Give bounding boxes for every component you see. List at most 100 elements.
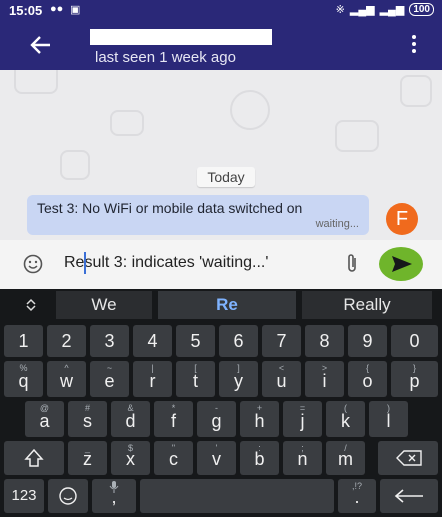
key-e[interactable]: ~ e	[90, 361, 129, 397]
key-label: f	[170, 411, 176, 431]
key-h[interactable]: + h	[240, 401, 279, 437]
key-i[interactable]: > i	[305, 361, 344, 397]
key-label: z	[83, 449, 92, 469]
key-j[interactable]: = j	[283, 401, 322, 437]
avatar[interactable]: F	[386, 203, 418, 235]
message-status: waiting...	[315, 218, 359, 230]
suggestion-2[interactable]: Re	[158, 291, 296, 319]
suggestion-3[interactable]: Really	[302, 291, 432, 319]
key-label: e	[104, 371, 115, 391]
key-label: u	[276, 371, 287, 391]
key-9[interactable]: 9	[348, 325, 387, 357]
key-o[interactable]: {o	[348, 361, 387, 397]
key-m[interactable]: / m	[326, 441, 365, 475]
kebab-menu-icon[interactable]	[411, 35, 417, 57]
chat-area[interactable]: Today Test 3: No WiFi or mobile data swi…	[0, 70, 442, 240]
key-label: p	[409, 371, 420, 391]
key-n[interactable]: ; n	[283, 441, 322, 475]
key-t[interactable]: [t	[176, 361, 215, 397]
key-2[interactable]: 2	[47, 325, 86, 357]
key-f[interactable]: * f	[154, 401, 193, 437]
key-s[interactable]: # s	[68, 401, 107, 437]
key-8[interactable]: 8	[305, 325, 344, 357]
enter-icon	[394, 489, 423, 503]
backspace-key[interactable]	[378, 441, 438, 475]
key-u[interactable]: < u	[262, 361, 301, 397]
key-g[interactable]: -g	[197, 401, 236, 437]
key-b[interactable]: :b	[240, 441, 279, 475]
key-label: x	[126, 449, 135, 469]
back-arrow-icon[interactable]	[30, 34, 52, 56]
key-c[interactable]: " c	[154, 441, 193, 475]
chat-screen: 15:05 ●● ▣ ※ ▂▄▆ ▂▄▆ 100 last seen 1 wee…	[0, 0, 442, 517]
shift-key[interactable]	[4, 441, 64, 475]
key-5[interactable]: 5	[176, 325, 215, 357]
enter-key[interactable]	[380, 479, 438, 513]
key-label: h	[254, 411, 265, 431]
status-right: ※ ▂▄▆ ▂▄▆ 100	[336, 3, 434, 16]
key-label: c	[169, 449, 178, 469]
key-label: t	[192, 371, 198, 391]
gallery-icon: ▣	[70, 4, 81, 16]
key-p[interactable]: } p	[391, 361, 438, 397]
key-label: b	[254, 449, 265, 469]
key-1[interactable]: 1	[4, 325, 43, 357]
paperclip-icon[interactable]	[345, 252, 359, 274]
key-label: g	[211, 411, 222, 431]
key-w[interactable]: ^ w	[47, 361, 86, 397]
signal-icon-2: ▂▄▆	[379, 4, 405, 16]
key-label: k	[341, 411, 350, 431]
key-label: a	[39, 411, 50, 431]
key-label: l	[386, 411, 391, 431]
voicemail-icon: ●●	[50, 3, 64, 15]
wallpaper-doodle	[14, 70, 58, 94]
mode-switch-key[interactable]: 123	[4, 479, 44, 513]
wallpaper-doodle	[110, 110, 144, 136]
key-q[interactable]: % q	[4, 361, 43, 397]
suggestion-1[interactable]: We	[56, 291, 152, 319]
key-3[interactable]: 3	[90, 325, 129, 357]
key-7[interactable]: 7	[262, 325, 301, 357]
key-l[interactable]: ) l	[369, 401, 408, 437]
message-bubble[interactable]: Test 3: No WiFi or mobile data switched …	[27, 195, 369, 235]
app-bar: 15:05 ●● ▣ ※ ▂▄▆ ▂▄▆ 100 last seen 1 wee…	[0, 0, 442, 70]
key-x[interactable]: $ x	[111, 441, 150, 475]
key-d[interactable]: & d	[111, 401, 150, 437]
key-0[interactable]: 0	[391, 325, 438, 357]
contact-name-redacted[interactable]	[90, 29, 272, 45]
period-key[interactable]: ,!? .	[338, 479, 376, 513]
key-label: w	[60, 371, 73, 391]
key-label: q	[18, 371, 29, 391]
comma-key[interactable]: ,	[92, 479, 136, 513]
key-label: ,	[111, 487, 117, 507]
key-label: i	[322, 371, 327, 391]
send-button[interactable]	[379, 247, 423, 281]
key-label: s	[83, 411, 92, 431]
key-4[interactable]: 4	[133, 325, 172, 357]
date-divider: Today	[197, 167, 255, 187]
status-bar: 15:05 ●● ▣ ※ ▂▄▆ ▂▄▆ 100	[0, 0, 442, 22]
space-key[interactable]	[140, 479, 334, 513]
key-k[interactable]: (k	[326, 401, 365, 437]
key-6[interactable]: 6	[219, 325, 258, 357]
key-v[interactable]: ' v	[197, 441, 236, 475]
key-label: n	[297, 449, 308, 469]
message-text: Test 3: No WiFi or mobile data switched …	[37, 200, 303, 216]
suggestion-toggle-icon[interactable]	[24, 298, 38, 312]
battery-level: 100	[409, 3, 434, 16]
emoji-icon[interactable]	[23, 254, 43, 274]
wallpaper-doodle	[400, 75, 432, 107]
bluetooth-icon: ※	[335, 4, 345, 16]
key-label: .	[354, 487, 360, 507]
key-y[interactable]: ] y	[219, 361, 258, 397]
emoji-key-icon	[59, 487, 77, 505]
text-cursor	[84, 252, 86, 274]
key-label: o	[362, 371, 373, 391]
shift-icon	[24, 448, 44, 467]
message-input[interactable]: Result 3: indicates 'waiting...'	[64, 254, 268, 272]
key-a[interactable]: @ a	[25, 401, 64, 437]
emoji-key[interactable]	[48, 479, 88, 513]
key-z[interactable]: _ z	[68, 441, 107, 475]
key-r[interactable]: | r	[133, 361, 172, 397]
signal-icon: ▂▄▆	[349, 4, 375, 16]
